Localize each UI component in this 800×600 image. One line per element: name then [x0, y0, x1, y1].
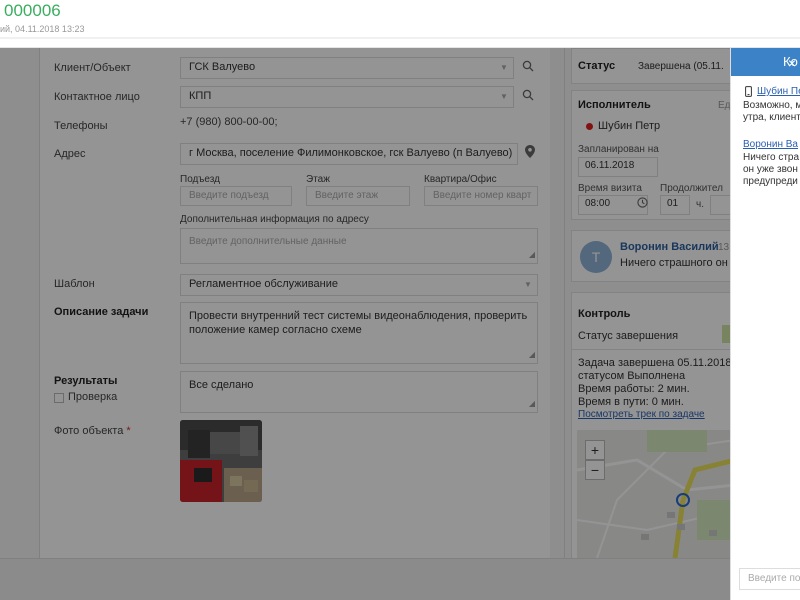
comment-input[interactable]: Введите по [739, 568, 800, 590]
message-line: Ничего стра [743, 152, 800, 163]
task-number: 000006 [4, 1, 61, 20]
header-divider [0, 37, 800, 39]
comments-panel: Ко × Шубин Пе Возможно, м утра, клиент В… [730, 48, 800, 600]
message-line: предупреди [743, 176, 798, 187]
modal-overlay[interactable] [0, 48, 730, 600]
message-author[interactable]: Воронин Ва [743, 139, 798, 150]
message-author[interactable]: Шубин Пе [757, 86, 800, 97]
task-subtitle: ий, 04.11.2018 13:23 [0, 24, 85, 34]
message-line: он уже звон [743, 164, 798, 175]
message-line: утра, клиент [743, 112, 800, 123]
phone-icon [745, 86, 752, 101]
message-line: Возможно, м [743, 100, 800, 111]
task-header: 000006 ий, 04.11.2018 13:23 [0, 0, 800, 48]
close-icon[interactable]: × [783, 52, 800, 74]
